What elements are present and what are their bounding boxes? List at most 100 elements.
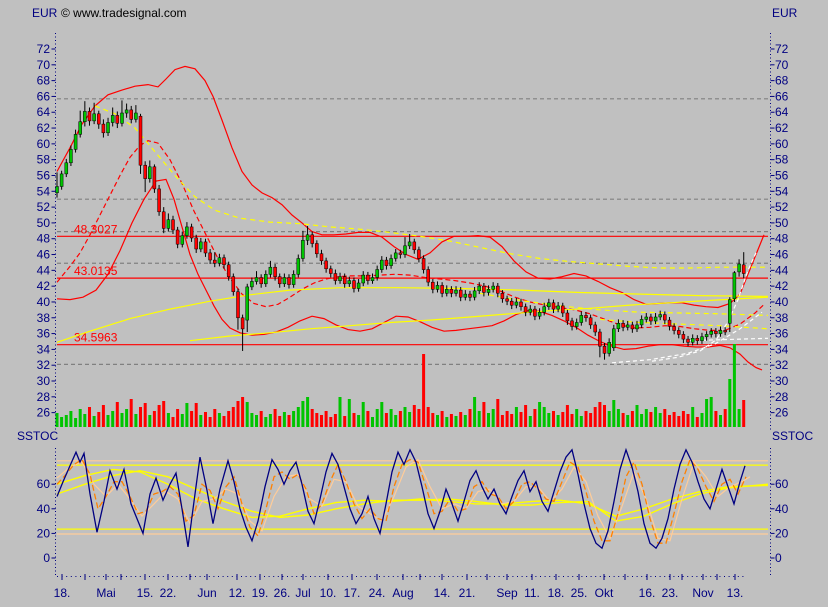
time-axis-label: 11. [524,586,540,600]
volume-bar [371,417,374,427]
volume-bar [473,397,476,427]
volume-bar [408,412,411,427]
candle [167,220,170,229]
candle [237,292,240,318]
candle [478,286,481,291]
bollinger-upper [57,66,764,307]
volume-bar [733,344,736,427]
volume-bar [742,400,745,427]
time-axis-label: 15. [137,586,154,600]
price-tick-label: 34 [37,342,51,356]
candle [506,299,509,301]
candle [663,315,666,321]
volume-bar [111,411,114,427]
candle [742,265,745,274]
candle [223,258,226,265]
volume-bar [353,413,356,427]
volume-bar [710,397,713,427]
candle [74,134,77,149]
candle [297,259,300,275]
volume-bar [292,411,295,427]
volume-bar [144,403,147,427]
candle [413,242,416,250]
price-tick-label: 34 [775,342,789,356]
time-axis-label: 18. [548,586,565,600]
volume-bar [172,417,175,427]
candle [631,325,634,329]
time-axis-label: Jun [197,586,216,600]
time-axis-label: 17. [344,586,361,600]
candle [125,110,128,113]
volume-bar [520,412,523,427]
time-axis-label: 21. [459,586,476,600]
candle [543,307,546,313]
price-axis-unit-left: EUR [32,7,57,19]
price-tick-label: 26 [37,406,51,420]
volume-bar [598,402,601,427]
candle [69,149,72,162]
candle [255,278,258,282]
candle [464,294,467,297]
candle [649,317,652,321]
volume-bar [366,411,369,427]
time-axis-label: Aug [392,586,413,600]
candle [301,240,304,258]
candle [83,111,86,121]
candle [733,273,736,299]
price-tick-label: 66 [775,89,789,103]
volume-bar [659,413,662,427]
candle [469,294,472,297]
candle [278,277,281,284]
candle [594,325,597,332]
candle [348,281,351,284]
candle [431,282,434,289]
candle [353,281,356,289]
stoch-tick-label: 20 [37,526,51,540]
volume-bar [413,405,416,427]
candle [204,242,207,253]
volume-bar [83,414,86,427]
candle [617,323,620,329]
price-tick-label: 38 [37,311,51,325]
volume-bar [385,413,388,427]
volume-bar [450,414,453,427]
candle [455,290,458,293]
time-axis-label: Mai [96,586,115,600]
candle [260,278,263,284]
price-tick-label: 70 [775,58,789,72]
candle [181,236,184,245]
price-tick-label: 32 [37,358,51,372]
candle [139,116,142,165]
candle [399,253,402,255]
candle [315,244,318,254]
volume-bar [515,407,518,427]
volume-bar [315,413,318,427]
volume-bar [209,417,212,427]
volume-bar [107,415,110,427]
volume-bar [738,409,741,427]
candle [339,277,342,281]
candle [144,165,147,178]
candle [529,309,532,312]
volume-bar [246,402,249,427]
volume-bar [427,407,430,427]
level-label: 34.5963 [74,331,118,345]
candle [88,111,91,121]
volume-bar [496,399,499,427]
volume-bar [571,414,574,427]
volume-bar [663,409,666,427]
candle [719,330,722,333]
volume-bar [552,411,555,427]
volume-bar [422,354,425,427]
candle [283,278,286,284]
time-axis-label: Nov [692,586,713,600]
volume-bar [181,414,184,427]
candle [561,306,564,313]
volume-bar [274,409,277,427]
price-tick-label: 46 [37,248,51,262]
volume-bar [227,411,230,427]
candle [121,113,124,123]
price-tick-label: 64 [37,105,51,119]
price-tick-label: 62 [37,121,51,135]
candle [376,270,379,278]
